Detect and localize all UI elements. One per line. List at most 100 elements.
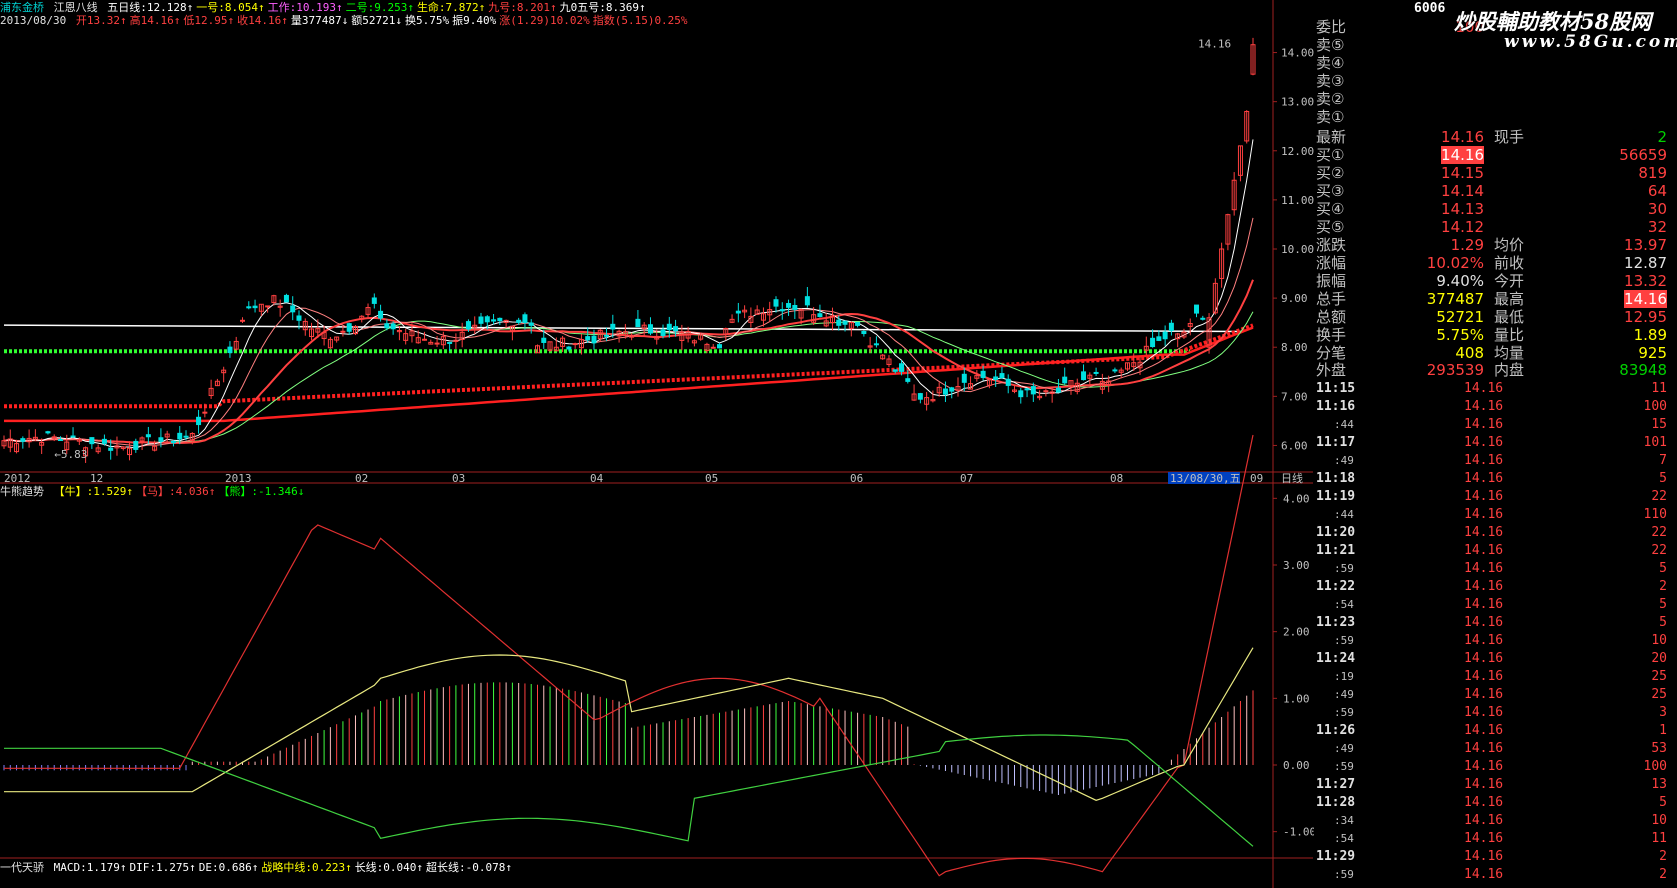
time-axis-label: 06 bbox=[850, 472, 863, 485]
tick-volume: 10 bbox=[1651, 633, 1667, 648]
candle-body bbox=[202, 411, 208, 414]
candle-body bbox=[89, 437, 95, 445]
tick-row: :59 14.16 3 bbox=[1314, 704, 1677, 722]
bottom-indicator-header: 一代天骄 MACD:1.179↑ DIF:1.275↑ DE:0.686↑ 战略中线:… bbox=[0, 861, 518, 874]
tick-volume: 2 bbox=[1659, 867, 1667, 882]
tick-time: 11:19 bbox=[1316, 489, 1356, 504]
candle-body bbox=[1055, 387, 1061, 393]
neipan-label: 内盘 bbox=[1494, 361, 1525, 379]
bottom-item-4: 长线:0.040↑ bbox=[354, 861, 424, 874]
tick-price: 14.16 bbox=[1464, 777, 1504, 792]
tick-price: 14.16 bbox=[1464, 525, 1504, 540]
buy-label: 买① bbox=[1316, 146, 1345, 164]
tick-volume: 22 bbox=[1651, 543, 1667, 558]
candle-body bbox=[610, 323, 616, 330]
tick-volume: 1 bbox=[1659, 723, 1667, 738]
tick-volume: 110 bbox=[1643, 507, 1667, 522]
tick-row: :59 14.16 2 bbox=[1314, 866, 1677, 884]
sell-row-1: 卖① bbox=[1314, 108, 1677, 126]
candle-body bbox=[1162, 331, 1168, 340]
candle-body bbox=[855, 321, 861, 326]
candle-body bbox=[1043, 390, 1049, 393]
tick-volume: 5 bbox=[1659, 561, 1667, 576]
stat-row: 总额 52721 最低 12.95 bbox=[1314, 308, 1677, 326]
buy-price: 14.13 bbox=[1441, 200, 1484, 218]
current-date: 2013/08/30 bbox=[0, 14, 67, 27]
price-tick-label: 9.00 bbox=[1281, 292, 1308, 305]
price-tick-label: 13.00 bbox=[1281, 96, 1314, 109]
tick-volume: 7 bbox=[1659, 453, 1667, 468]
waipan-label: 外盘 bbox=[1316, 361, 1347, 379]
buy-row-3: 买③ 14.14 64 bbox=[1314, 182, 1677, 200]
buy-volume: 32 bbox=[1647, 218, 1667, 236]
tick-row: :54 14.16 11 bbox=[1314, 830, 1677, 848]
stat-label-2: 最高 bbox=[1494, 290, 1525, 308]
bull-bear-green-line bbox=[4, 734, 1254, 847]
quote-item-6: 换5.75% bbox=[404, 14, 450, 27]
sub-item-0: 【牛】:1.529↑ bbox=[53, 485, 133, 498]
candle-body bbox=[447, 341, 453, 344]
stat-label: 换手 bbox=[1316, 326, 1347, 344]
candle-body bbox=[1150, 337, 1156, 348]
candle-body bbox=[710, 346, 716, 349]
bull-bear-red-line bbox=[4, 434, 1254, 877]
candle-body bbox=[1062, 376, 1068, 384]
candle-body bbox=[1194, 304, 1200, 314]
tick-volume: 5 bbox=[1659, 795, 1667, 810]
candle-body bbox=[158, 437, 164, 442]
tick-volume: 25 bbox=[1651, 669, 1667, 684]
tick-price: 14.16 bbox=[1464, 813, 1504, 828]
current-date-label: 13/08/30,五 bbox=[1170, 472, 1241, 485]
tick-price: 14.16 bbox=[1464, 489, 1504, 504]
tick-price: 14.16 bbox=[1464, 453, 1504, 468]
candle-body bbox=[717, 344, 723, 349]
tick-row: :49 14.16 25 bbox=[1314, 686, 1677, 704]
candle-body bbox=[873, 343, 879, 346]
tick-row: :44 14.16 110 bbox=[1314, 506, 1677, 524]
stat-row: 涨跌 1.29 均价 13.97 bbox=[1314, 236, 1677, 254]
tick-row: 11:29 14.16 2 bbox=[1314, 848, 1677, 866]
tick-price: 14.16 bbox=[1464, 849, 1504, 864]
tick-price: 14.16 bbox=[1464, 651, 1504, 666]
stat-label-2: 前收 bbox=[1494, 254, 1525, 272]
tick-row: :54 14.16 5 bbox=[1314, 596, 1677, 614]
tick-price: 14.16 bbox=[1464, 399, 1504, 414]
tick-volume: 11 bbox=[1651, 381, 1667, 396]
candle-body bbox=[177, 432, 183, 440]
tick-time: :19 bbox=[1334, 670, 1354, 683]
kline-chart[interactable]: 14.00 13.00 12.00 11.00 10.00 9.00 8.00 7.00 6.0… bbox=[0, 0, 1314, 888]
buy-volume: 30 bbox=[1647, 200, 1667, 218]
time-axis-label: 05 bbox=[705, 472, 718, 485]
candle-body bbox=[1024, 388, 1030, 391]
candle-body bbox=[170, 440, 176, 444]
candle-body bbox=[892, 369, 898, 372]
tick-row: :49 14.16 53 bbox=[1314, 740, 1677, 758]
tick-volume: 53 bbox=[1651, 741, 1667, 756]
stat-label-2: 最低 bbox=[1494, 308, 1525, 326]
tick-volume: 22 bbox=[1651, 489, 1667, 504]
candle-body bbox=[51, 436, 57, 439]
ma-item-6: 九0五号:8.369↑ bbox=[559, 1, 646, 14]
candle-body bbox=[585, 336, 591, 341]
tick-time: 11:27 bbox=[1316, 777, 1356, 792]
sub-indicator-legend: 【牛】:1.529↑ 【马】:4.036↑ 【熊】:-1.346↓ bbox=[54, 485, 308, 498]
gann-905-line bbox=[3, 324, 1244, 333]
candle-body bbox=[899, 363, 905, 372]
tick-price: 14.16 bbox=[1464, 615, 1504, 630]
tick-row: :59 14.16 10 bbox=[1314, 632, 1677, 650]
tick-price: 14.16 bbox=[1464, 795, 1504, 810]
buy-label: 买③ bbox=[1316, 182, 1345, 200]
tick-time: :54 bbox=[1334, 832, 1354, 845]
candle-body bbox=[240, 319, 246, 322]
stat-value-2: 13.32 bbox=[1624, 272, 1667, 290]
candle-body bbox=[1018, 390, 1024, 398]
main-header: 浦东金桥 江恩八线 五日线:12.128↑ 一号:8.054↑ 工作:10.193↑… bbox=[0, 1, 652, 14]
bottom-item-1: DIF:1.275↑ bbox=[129, 861, 196, 874]
candle-body bbox=[1081, 371, 1087, 381]
tick-time: :59 bbox=[1334, 868, 1354, 881]
candle-body bbox=[265, 305, 271, 308]
price-tick-label: 14.00 bbox=[1281, 47, 1314, 60]
stat-value-2: 13.97 bbox=[1624, 236, 1667, 254]
tick-row: :19 14.16 25 bbox=[1314, 668, 1677, 686]
bottom-item-3: 战略中线:0.223↑ bbox=[261, 861, 352, 874]
